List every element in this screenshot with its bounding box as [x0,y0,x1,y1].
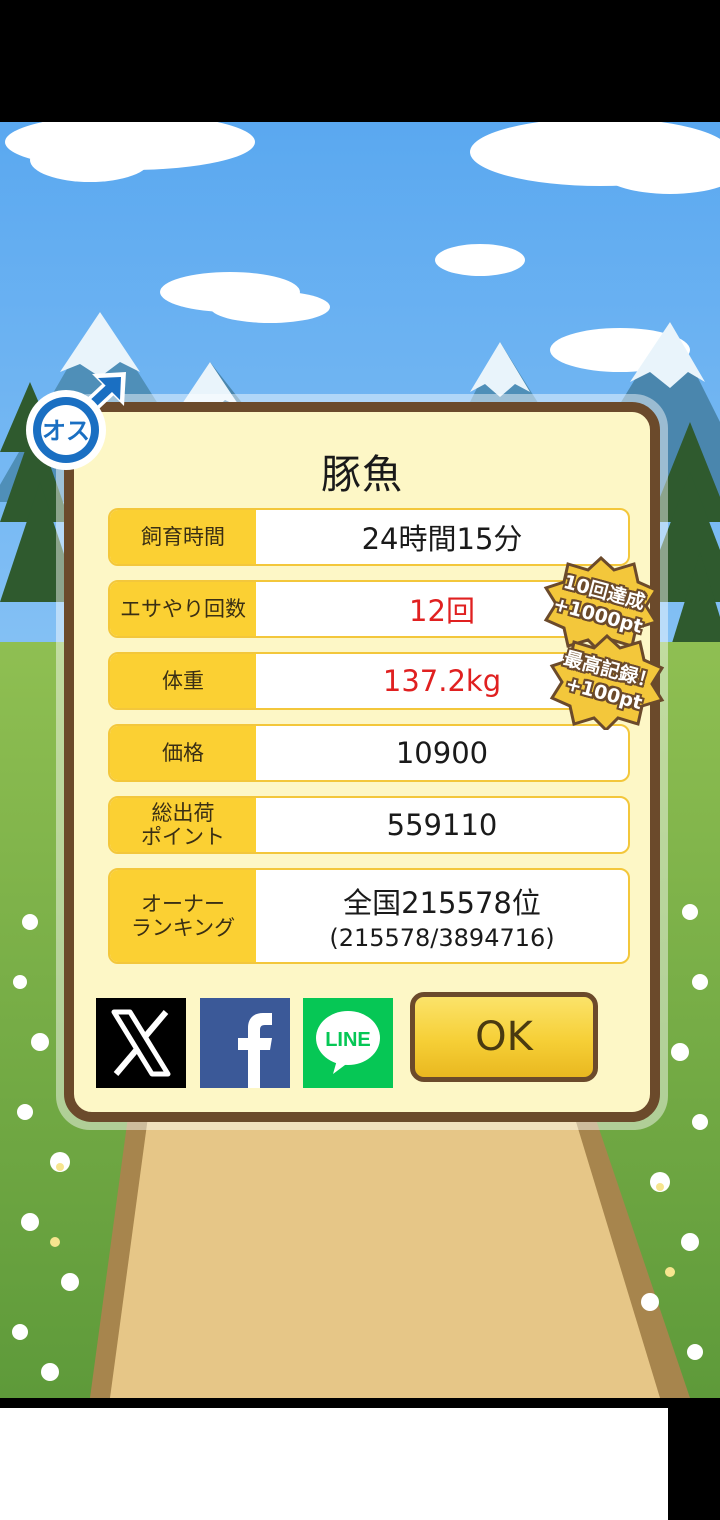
row-label-line: 総出荷 [151,801,215,825]
row-label: 総出荷 ポイント [110,798,256,852]
row-price: 価格 10900 [108,724,630,782]
x-logo-icon [111,1009,171,1077]
row-owner-ranking: オーナー ランキング 全国215578位 (215578/3894716) [108,868,630,964]
row-label-line: オーナー [141,892,225,916]
row-label-line: ランキング [130,916,236,940]
row-value: 10900 [395,736,489,770]
row-value: 全国215578位 (215578/3894716) [256,870,628,962]
gender-label: オス [42,417,90,445]
dialog-title: 豚魚 [321,452,403,498]
row-label: 飼育時間 [110,510,256,564]
facebook-logo-icon [238,1013,272,1088]
row-total-points: 総出荷 ポイント 559110 [108,796,630,854]
line-logo-icon: LINE [316,1011,380,1074]
row-value: 559110 [386,808,498,842]
row-label: オーナー ランキング [110,870,256,962]
row-label: エサやり回数 [110,582,256,636]
line-label: LINE [325,1029,371,1051]
row-label-line: ポイント [141,825,225,849]
achievement-badge-record: 最高記録！ +100pt [548,634,666,730]
share-x-button[interactable] [96,998,186,1088]
bottom-area [0,1408,668,1520]
row-label: 価格 [110,726,256,780]
ranking-sub-value: (215578/3894716) [329,924,555,952]
share-line-button[interactable]: LINE [303,998,393,1088]
male-symbol-icon: オス [24,368,132,472]
ok-button[interactable]: OK [410,992,598,1082]
row-label: 体重 [110,654,256,708]
ranking-value: 全国215578位 [343,886,541,920]
share-facebook-button[interactable] [200,998,290,1088]
result-dialog: 豚魚 飼育時間 24時間15分 エサやり回数 12回 体重 137.2kg 価格… [64,402,660,1122]
